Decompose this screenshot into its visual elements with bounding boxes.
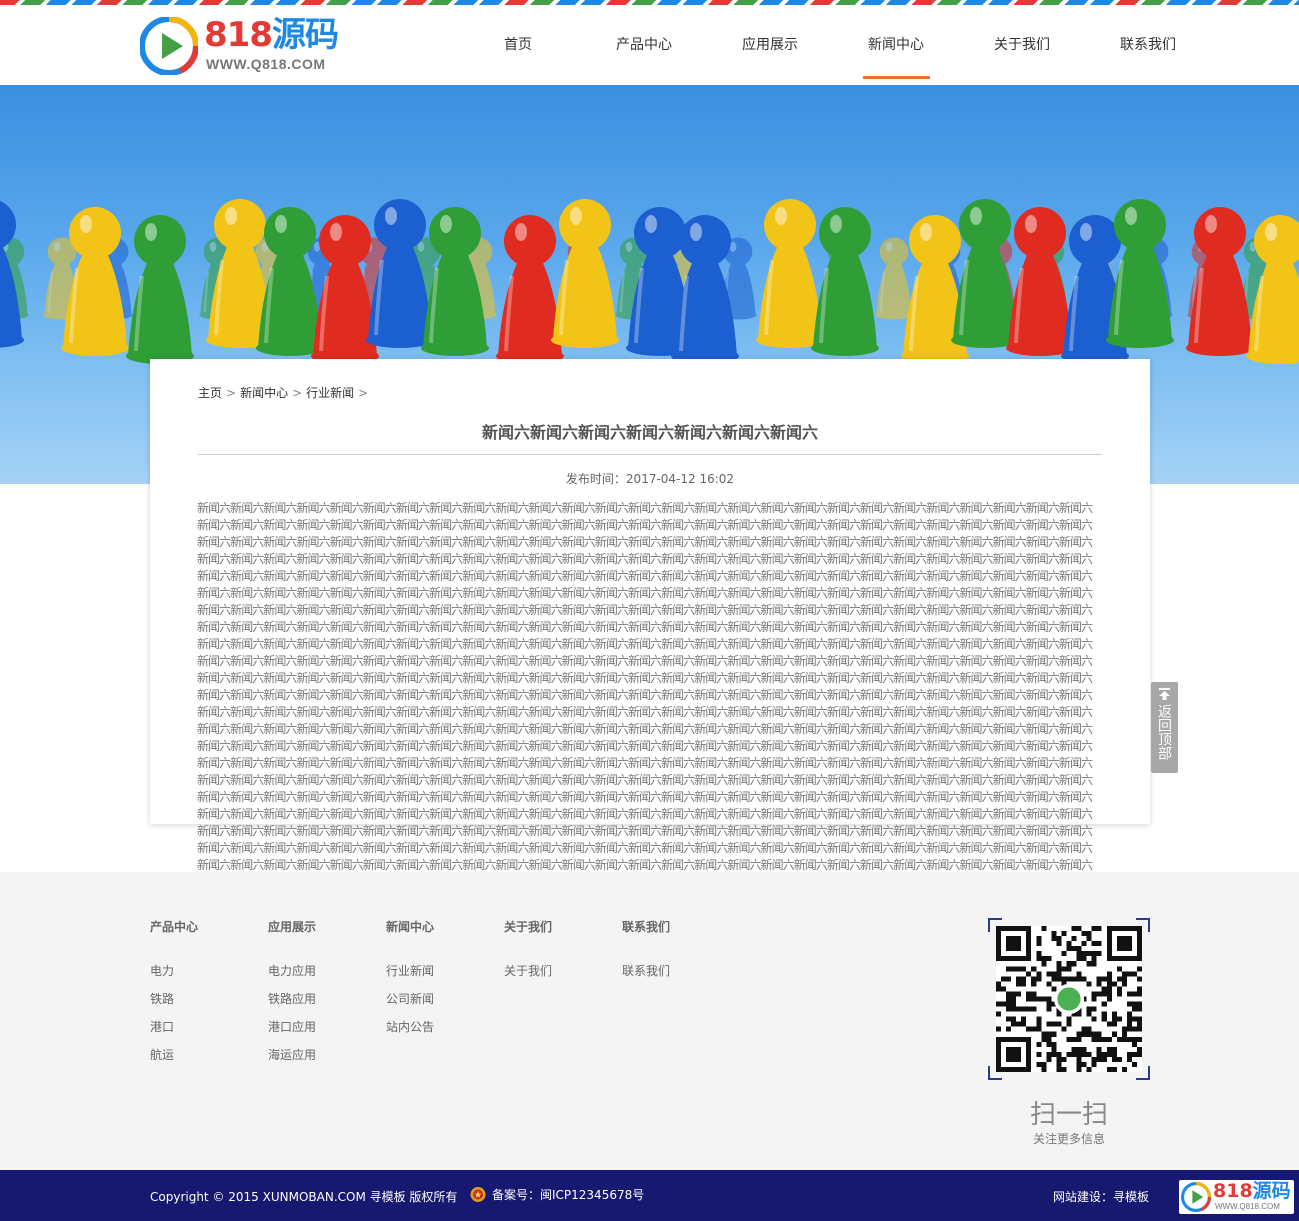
footer-link[interactable]: 港口 [150, 1019, 268, 1035]
footer-logo-number: 818 [1213, 1180, 1253, 1202]
footer-link[interactable]: 站内公告 [386, 1019, 504, 1035]
footer-logo-cn: 源码 [1252, 1180, 1291, 1202]
nav-item-news[interactable]: 新闻中心 [833, 5, 959, 85]
footer-link[interactable]: 电力 [150, 963, 268, 979]
footer-logo-url: WWW.Q818.COM [1215, 1202, 1280, 1211]
footer-link[interactable]: 关于我们 [504, 963, 622, 979]
wechat-qr-code [988, 918, 1150, 1080]
footer-col-title: 关于我们 [504, 920, 553, 934]
icp-record[interactable]: 备案号：闽ICP12345678号 [470, 1186, 644, 1203]
footer-link[interactable]: 行业新闻 [386, 963, 504, 979]
article-card: 主页 > 新闻中心 > 行业新闻 > 新闻六新闻六新闻六新闻六新闻六新闻六新闻六 发布时间… [150, 359, 1150, 957]
breadcrumb-separator: > [358, 386, 369, 400]
logo-number: 818 [204, 15, 273, 55]
play-logo-icon [140, 17, 198, 75]
arrow-up-icon [1159, 688, 1170, 700]
site-logo[interactable]: 818源码 WWW.Q818.COM [140, 15, 340, 77]
nav-item-products[interactable]: 产品中心 [581, 5, 707, 85]
bottom-bar: Copyright © 2015 XUNMOBAN.COM 寻模板 版权所有 备… [0, 1170, 1299, 1221]
footer-logo[interactable]: 818源码 WWW.Q818.COM [1179, 1180, 1294, 1214]
footer-col-title: 联系我们 [622, 920, 671, 934]
qr-title: 扫一扫 [1029, 1100, 1108, 1130]
footer-col-title: 产品中心 [150, 920, 199, 934]
logo-url: WWW.Q818.COM [206, 56, 326, 72]
publish-time: 发布时间：2017-04-12 16:02 [565, 472, 735, 486]
site-footer: 产品中心 电力 铁路 港口 航运 应用展示 电力应用 铁路应用 港口应用 海运应… [0, 872, 1299, 1170]
site-builder-text: 网站建设：寻模板 [1053, 1190, 1150, 1204]
nav-item-about[interactable]: 关于我们 [959, 5, 1085, 85]
footer-col-about: 关于我们 关于我们 [504, 918, 622, 991]
title-divider [198, 454, 1102, 455]
back-to-top-label: 返回顶部 [1156, 704, 1172, 760]
article-title: 新闻六新闻六新闻六新闻六新闻六新闻六新闻六 [481, 423, 818, 442]
footer-col-applications: 应用展示 电力应用 铁路应用 港口应用 海运应用 [268, 918, 386, 1075]
footer-link[interactable]: 航运 [150, 1047, 268, 1063]
breadcrumb-separator: > [226, 386, 237, 400]
nav-item-home[interactable]: 首页 [455, 5, 581, 85]
police-badge-icon [470, 1187, 486, 1202]
footer-col-title: 新闻中心 [386, 920, 435, 934]
footer-col-title: 应用展示 [268, 920, 317, 934]
breadcrumb: 主页 > 新闻中心 > 行业新闻 > [198, 384, 372, 401]
breadcrumb-separator: > [292, 386, 303, 400]
footer-col-contact: 联系我们 联系我们 [622, 918, 740, 991]
footer-link[interactable]: 联系我们 [622, 963, 740, 979]
breadcrumb-news[interactable]: 新闻中心 [240, 386, 288, 400]
footer-link[interactable]: 电力应用 [268, 963, 386, 979]
play-logo-icon [1181, 1182, 1211, 1212]
main-nav: 首页 产品中心 应用展示 新闻中心 关于我们 联系我们 [455, 5, 1211, 85]
footer-link[interactable]: 港口应用 [268, 1019, 386, 1035]
site-header: 818源码 WWW.Q818.COM 首页 产品中心 应用展示 新闻中心 关于我… [0, 5, 1299, 85]
footer-link[interactable]: 海运应用 [268, 1047, 386, 1063]
copyright-text: Copyright © 2015 XUNMOBAN.COM 寻模板 版权所有 [150, 1190, 458, 1204]
footer-col-products: 产品中心 电力 铁路 港口 航运 [150, 918, 268, 1075]
breadcrumb-industry[interactable]: 行业新闻 [306, 386, 354, 400]
footer-link[interactable]: 铁路应用 [268, 991, 386, 1007]
back-to-top-button[interactable]: 返回顶部 [1151, 682, 1178, 773]
footer-col-news: 新闻中心 行业新闻 公司新闻 站内公告 [386, 918, 504, 1047]
nav-item-applications[interactable]: 应用展示 [707, 5, 833, 85]
qr-subtitle: 关注更多信息 [1032, 1132, 1105, 1146]
icp-record-text: 备案号：闽ICP12345678号 [492, 1188, 645, 1202]
breadcrumb-home[interactable]: 主页 [198, 386, 222, 400]
qr-code-icon [996, 926, 1142, 1072]
footer-link[interactable]: 公司新闻 [386, 991, 504, 1007]
footer-link[interactable]: 铁路 [150, 991, 268, 1007]
logo-wordmark: 818源码 [204, 15, 339, 55]
logo-cn: 源码 [271, 15, 339, 55]
nav-item-contact[interactable]: 联系我们 [1085, 5, 1211, 85]
footer-logo-wordmark: 818源码 [1213, 1180, 1291, 1202]
